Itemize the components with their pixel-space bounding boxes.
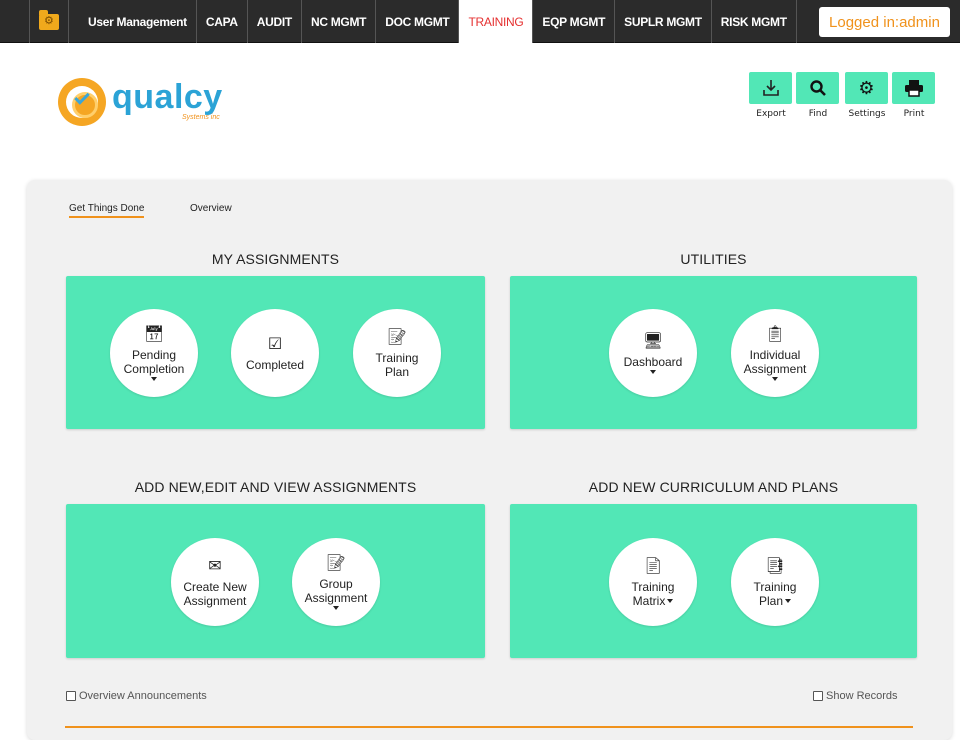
dashboard-button[interactable]: 🖥︎ Dashboard: [609, 309, 697, 397]
nav-item-nc-mgmt[interactable]: NC MGMT: [302, 0, 377, 43]
home-folder-button[interactable]: [29, 0, 69, 43]
printer-icon: [904, 80, 923, 97]
nav-item-audit[interactable]: AUDIT: [248, 0, 302, 43]
checkbox-icon: ☑: [267, 333, 283, 353]
nav-item-user-management[interactable]: User Management: [79, 0, 197, 43]
find-tool: Find: [796, 72, 840, 119]
document-edit-icon: 📝︎: [325, 553, 347, 572]
top-navigation-bar: User Management CAPA AUDIT NC MGMT DOC M…: [0, 0, 960, 43]
checkbox-box[interactable]: [813, 691, 823, 701]
nav-item-doc-mgmt[interactable]: DOC MGMT: [376, 0, 460, 43]
export-button[interactable]: [749, 72, 792, 104]
completed-button[interactable]: ☑ Completed: [231, 309, 319, 397]
chevron-down-icon: [785, 599, 791, 604]
checkbox-box[interactable]: [66, 691, 76, 701]
folder-gear-icon: [39, 9, 59, 30]
chevron-down-icon: [333, 606, 339, 610]
logged-in-badge[interactable]: Logged in:admin: [819, 7, 950, 37]
section-divider: [65, 726, 913, 728]
add-edit-assignments-card: [66, 504, 485, 658]
monitor-gears-icon: 🖥︎: [642, 331, 664, 350]
show-records-checkbox[interactable]: Show Records: [813, 690, 898, 702]
pending-completion-button[interactable]: 📅︎ Pending Completion: [110, 309, 198, 397]
search-icon: [809, 80, 826, 96]
logo-subtitle: Systems inc: [182, 114, 220, 121]
module-nav: User Management CAPA AUDIT NC MGMT DOC M…: [79, 0, 797, 43]
nav-item-capa[interactable]: CAPA: [197, 0, 248, 43]
settings-button[interactable]: ⚙: [845, 72, 888, 104]
find-label: Find: [808, 109, 828, 119]
qualcy-logo: qualcy Systems inc: [58, 76, 238, 128]
chevron-down-icon: [772, 377, 778, 381]
export-label: Export: [756, 109, 786, 119]
overview-announcements-checkbox[interactable]: Overview Announcements: [66, 690, 207, 702]
person-document-icon: 📋︎: [764, 324, 786, 343]
tab-get-things-done[interactable]: Get Things Done: [69, 203, 145, 218]
envelope-edit-icon: ✉: [208, 555, 222, 575]
nav-item-suplr-mgmt[interactable]: SUPLR MGMT: [615, 0, 712, 43]
logo-wordmark: qualcy: [112, 78, 223, 116]
tab-overview[interactable]: Overview: [190, 203, 232, 214]
nav-item-eqp-mgmt[interactable]: EQP MGMT: [533, 0, 616, 43]
chevron-down-icon: [650, 370, 656, 374]
curriculum-training-plan-button[interactable]: 📑︎ Training Plan: [731, 538, 819, 626]
print-button[interactable]: [892, 72, 935, 104]
chevron-down-icon: [667, 599, 674, 604]
curriculum-plans-card: [510, 504, 917, 658]
my-assignments-title: MY ASSIGNMENTS: [211, 251, 340, 267]
chevron-down-icon: [151, 377, 157, 381]
utilities-title: UTILITIES: [680, 251, 747, 267]
export-tool: Export: [749, 72, 793, 119]
download-icon: [762, 80, 779, 96]
nav-item-training[interactable]: TRAINING: [459, 0, 534, 43]
nav-item-risk-mgmt[interactable]: RISK MGMT: [712, 0, 797, 43]
matrix-document-icon: 📄︎: [642, 555, 664, 575]
document-edit-icon: 📝︎: [386, 326, 408, 346]
print-label: Print: [903, 109, 925, 119]
add-edit-assignments-title: ADD NEW,EDIT AND VIEW ASSIGNMENTS: [134, 479, 417, 495]
training-matrix-button[interactable]: 📄︎ Training Matrix: [609, 538, 697, 626]
settings-label: Settings: [848, 109, 886, 119]
training-plan-button[interactable]: 📝︎ Training Plan: [353, 309, 441, 397]
find-button[interactable]: [796, 72, 839, 104]
overview-announcements-label: Overview Announcements: [79, 690, 207, 702]
group-assignment-button[interactable]: 📝︎ Group Assignment: [292, 538, 380, 626]
gear-icon: ⚙: [858, 77, 875, 99]
show-records-label: Show Records: [826, 690, 898, 702]
calendar-clock-icon: 📅︎: [143, 324, 165, 343]
stacked-documents-icon: 📑︎: [764, 555, 786, 575]
settings-tool: ⚙ Settings: [845, 72, 889, 119]
create-new-assignment-button[interactable]: ✉ Create New Assignment: [171, 538, 259, 626]
print-tool: Print: [892, 72, 936, 119]
individual-assignment-button[interactable]: 📋︎ Individual Assignment: [731, 309, 819, 397]
curriculum-plans-title: ADD NEW CURRICULUM AND PLANS: [588, 479, 839, 495]
utilities-card: [510, 276, 917, 429]
